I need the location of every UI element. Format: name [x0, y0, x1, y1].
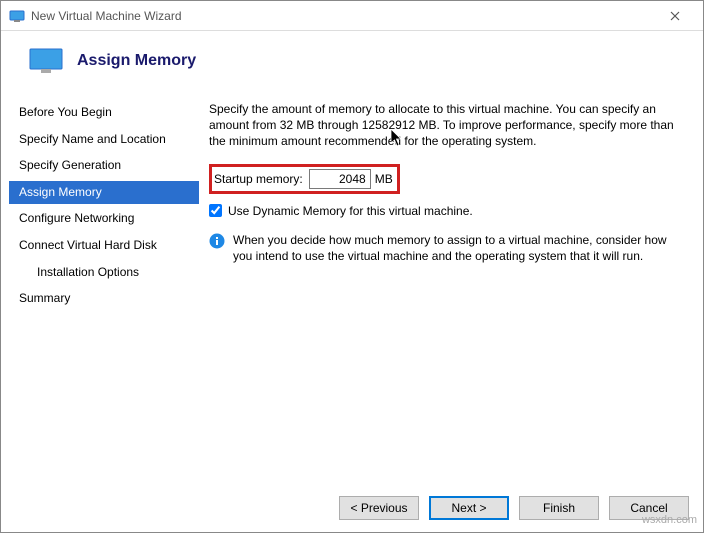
dynamic-memory-checkbox[interactable] — [209, 204, 222, 217]
page-title: Assign Memory — [77, 52, 196, 70]
watermark: wsxdn.com — [642, 514, 697, 526]
app-icon — [9, 8, 25, 24]
wizard-content: Specify the amount of memory to allocate… — [199, 91, 695, 476]
finish-button[interactable]: Finish — [519, 496, 599, 520]
close-icon — [670, 11, 680, 21]
wizard-steps: Before You Begin Specify Name and Locati… — [9, 91, 199, 476]
step-specify-name[interactable]: Specify Name and Location — [9, 128, 199, 152]
wizard-body: Before You Begin Specify Name and Locati… — [1, 91, 703, 484]
step-installation-options[interactable]: Installation Options — [9, 261, 199, 285]
info-icon — [209, 233, 225, 249]
step-connect-vhd[interactable]: Connect Virtual Hard Disk — [9, 234, 199, 258]
step-configure-networking[interactable]: Configure Networking — [9, 207, 199, 231]
dynamic-memory-row: Use Dynamic Memory for this virtual mach… — [209, 204, 683, 218]
step-summary[interactable]: Summary — [9, 287, 199, 311]
dynamic-memory-label[interactable]: Use Dynamic Memory for this virtual mach… — [228, 204, 473, 218]
next-button[interactable]: Next > — [429, 496, 509, 520]
startup-memory-row: Startup memory: MB — [209, 164, 400, 194]
titlebar: New Virtual Machine Wizard — [1, 1, 703, 31]
close-button[interactable] — [655, 2, 695, 30]
info-text: When you decide how much memory to assig… — [233, 232, 683, 264]
wizard-window: New Virtual Machine Wizard Assign Memory… — [0, 0, 704, 533]
startup-memory-label: Startup memory: — [214, 172, 303, 186]
startup-memory-input[interactable] — [309, 169, 371, 189]
memory-description: Specify the amount of memory to allocate… — [209, 101, 683, 150]
wizard-header: Assign Memory — [1, 31, 703, 91]
step-specify-generation[interactable]: Specify Generation — [9, 154, 199, 178]
step-before-you-begin[interactable]: Before You Begin — [9, 101, 199, 125]
step-assign-memory[interactable]: Assign Memory — [9, 181, 199, 205]
monitor-icon — [29, 48, 63, 74]
window-title: New Virtual Machine Wizard — [31, 9, 655, 23]
memory-unit: MB — [375, 172, 393, 186]
wizard-footer: < Previous Next > Finish Cancel — [1, 484, 703, 532]
info-row: When you decide how much memory to assig… — [209, 232, 683, 264]
previous-button[interactable]: < Previous — [339, 496, 419, 520]
